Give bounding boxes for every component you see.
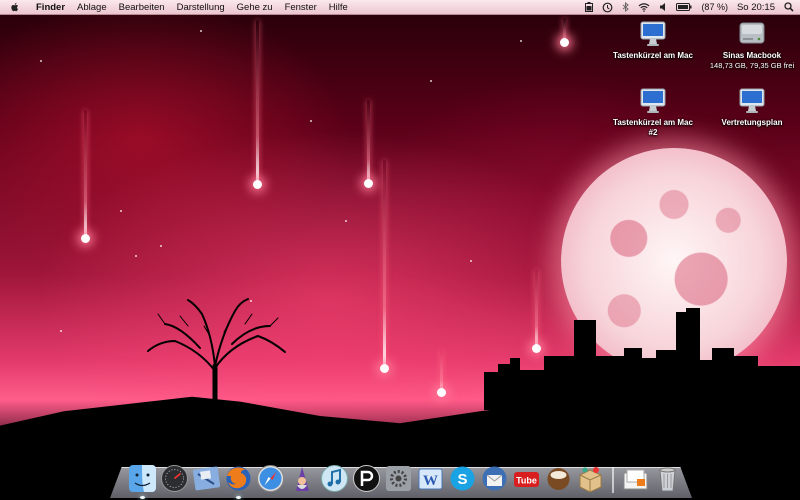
dock-dashboard[interactable] bbox=[160, 464, 189, 493]
svg-text:S: S bbox=[457, 471, 467, 488]
pidgin-icon bbox=[353, 465, 380, 492]
battery-icon[interactable] bbox=[676, 1, 692, 13]
desktop-wallpaper bbox=[0, 0, 800, 500]
desktop-icon-label-line2: #2 bbox=[648, 128, 658, 137]
battery-indicator-icon[interactable] bbox=[585, 1, 594, 13]
meteor bbox=[560, 18, 569, 47]
desktop-file-tastenkuerzel[interactable]: Tastenkürzel am Mac bbox=[603, 19, 703, 61]
battery-percent: (87 %) bbox=[701, 2, 728, 12]
dock-safari[interactable] bbox=[256, 464, 285, 493]
itunes-icon bbox=[321, 465, 348, 492]
imac-icon bbox=[640, 21, 666, 46]
star bbox=[40, 60, 42, 62]
dock-word[interactable]: W bbox=[416, 464, 445, 493]
star bbox=[520, 40, 522, 42]
star bbox=[430, 80, 432, 82]
menu-fenster[interactable]: Fenster bbox=[279, 2, 323, 13]
running-indicator bbox=[236, 496, 241, 499]
dock-system-preferences[interactable] bbox=[384, 464, 413, 493]
firefox-icon bbox=[226, 466, 251, 491]
star bbox=[120, 210, 122, 212]
safari-icon bbox=[257, 465, 284, 492]
dock-package[interactable] bbox=[576, 464, 605, 493]
youtube-icon: Tube bbox=[514, 472, 539, 487]
desktop-icon-label: Vertretungsplan bbox=[721, 118, 783, 127]
dock-trash[interactable] bbox=[653, 464, 682, 493]
meteor bbox=[253, 20, 262, 189]
desktop-icon-label: Tastenkürzel am Mac bbox=[613, 118, 693, 127]
star bbox=[200, 30, 202, 32]
status-menus: (87 %) So 20:15 bbox=[585, 1, 800, 13]
imac-icon bbox=[739, 88, 765, 113]
desktop-icon-label: Sinas Macbook bbox=[722, 51, 782, 60]
skype-icon: S bbox=[450, 466, 475, 491]
stack-icon bbox=[623, 469, 648, 490]
star bbox=[345, 220, 347, 222]
menu-hilfe[interactable]: Hilfe bbox=[323, 2, 354, 13]
dock-itunes[interactable] bbox=[320, 464, 349, 493]
menu-bar: Finder Ablage Bearbeiten Darstellung Geh… bbox=[0, 0, 800, 15]
meteor bbox=[364, 100, 373, 188]
drive-capacity: 148,73 GB, 79,35 GB frei bbox=[709, 61, 795, 70]
coconut-icon bbox=[547, 468, 570, 490]
dock-mail[interactable] bbox=[192, 464, 221, 493]
package-icon bbox=[579, 467, 602, 493]
menu-ablage[interactable]: Ablage bbox=[71, 2, 113, 13]
star bbox=[470, 260, 472, 262]
dock: W S Tube bbox=[128, 459, 682, 499]
finder-icon bbox=[129, 465, 156, 492]
dashboard-icon bbox=[161, 465, 188, 492]
desktop-file-vertretungsplan[interactable]: Vertretungsplan bbox=[702, 86, 800, 128]
star bbox=[310, 120, 312, 122]
desktop-drive-sinas-macbook[interactable]: Sinas Macbook 148,73 GB, 79,35 GB frei bbox=[702, 19, 800, 71]
dock-skype[interactable]: S bbox=[448, 464, 477, 493]
dock-firefox[interactable] bbox=[224, 464, 253, 499]
meteor bbox=[380, 160, 389, 373]
menu-app-finder[interactable]: Finder bbox=[30, 2, 71, 13]
wizard-icon bbox=[296, 467, 309, 491]
menu-gehe-zu[interactable]: Gehe zu bbox=[231, 2, 279, 13]
thunderbird-icon bbox=[482, 466, 507, 491]
dock-pidgin[interactable] bbox=[352, 464, 381, 493]
youtube-label: Tube bbox=[516, 476, 537, 486]
apple-menu-icon[interactable] bbox=[0, 2, 30, 13]
meteor bbox=[437, 350, 446, 397]
menu-bearbeiten[interactable]: Bearbeiten bbox=[113, 2, 171, 13]
spotlight-icon[interactable] bbox=[784, 1, 794, 13]
star bbox=[60, 330, 62, 332]
dock-documents-stack[interactable] bbox=[621, 464, 650, 493]
word-icon: W bbox=[418, 468, 443, 490]
dock-youtube[interactable]: Tube bbox=[512, 464, 541, 493]
imac-icon bbox=[640, 88, 666, 113]
svg-text:W: W bbox=[423, 473, 438, 489]
meteor bbox=[81, 110, 90, 243]
trash-icon bbox=[659, 467, 676, 492]
running-indicator bbox=[140, 496, 145, 499]
star bbox=[160, 245, 162, 247]
star bbox=[135, 255, 137, 257]
desktop-file-tastenkuerzel-2[interactable]: Tastenkürzel am Mac #2 bbox=[603, 86, 703, 138]
desktop-icon-label: Tastenkürzel am Mac bbox=[613, 51, 693, 60]
system-preferences-icon bbox=[386, 466, 411, 491]
dock-wizard-app[interactable] bbox=[288, 464, 317, 493]
volume-icon[interactable] bbox=[659, 1, 667, 13]
city-skyline bbox=[484, 308, 800, 410]
mail-icon bbox=[192, 466, 221, 491]
tree-silhouette bbox=[147, 298, 286, 411]
menubar-clock[interactable]: So 20:15 bbox=[737, 1, 775, 13]
dock-coconut-battery[interactable] bbox=[544, 464, 573, 493]
menu-darstellung[interactable]: Darstellung bbox=[171, 2, 231, 13]
dock-finder[interactable] bbox=[128, 464, 157, 499]
bluetooth-icon[interactable] bbox=[622, 1, 630, 13]
dock-thunderbird[interactable] bbox=[480, 464, 509, 493]
dock-separator bbox=[612, 467, 614, 493]
time-machine-icon[interactable] bbox=[602, 1, 613, 13]
wifi-icon[interactable] bbox=[638, 1, 650, 13]
hard-drive-icon bbox=[739, 22, 765, 44]
